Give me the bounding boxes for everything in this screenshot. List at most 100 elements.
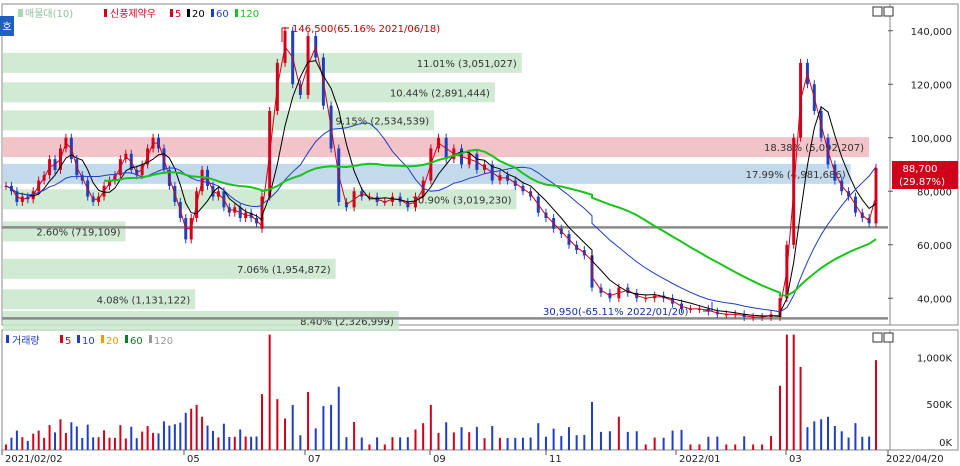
date-tick-label: 09 <box>433 454 446 465</box>
volume-bar <box>414 429 417 450</box>
volume-bar <box>445 422 448 450</box>
volume-bar <box>537 423 540 450</box>
low-annotation: 30,950(-65.11% 2022/01/20) <box>543 307 688 318</box>
volume-bar <box>560 436 563 450</box>
volume-bar <box>626 431 629 450</box>
volume-bar <box>567 427 570 450</box>
volume-bar <box>827 416 829 450</box>
volume-bar <box>725 444 728 450</box>
volume-bar <box>21 437 24 450</box>
volume-bar <box>261 394 263 450</box>
ma-legend-label: 20 <box>192 9 205 20</box>
volume-bar <box>146 426 149 450</box>
ma-legend-label: 20 <box>106 336 119 347</box>
ma-legend-swatch <box>149 335 152 343</box>
volume-bar <box>92 437 95 450</box>
volume-bar <box>141 431 144 450</box>
volume-bar <box>806 427 809 450</box>
date-tick-label: 2022/04/20 <box>886 454 944 465</box>
volume-bar <box>113 437 116 450</box>
volume-bar <box>514 437 517 450</box>
volume-bar <box>552 428 555 450</box>
ma-legend-swatch <box>125 335 128 343</box>
volume-bar <box>10 437 13 450</box>
volume-bar <box>452 432 455 450</box>
price-panel-restore-button[interactable] <box>872 6 883 17</box>
candle-body <box>874 167 878 224</box>
volume-bar <box>322 406 325 450</box>
volume-bar <box>64 432 67 450</box>
volume-bar <box>689 444 692 450</box>
volume-bar <box>575 435 578 450</box>
volume-bar <box>15 430 18 450</box>
volume-bar <box>799 366 802 450</box>
ma-legend-label: 60 <box>130 336 143 347</box>
ma-legend-label: 120 <box>154 336 173 347</box>
volume-bar <box>337 386 340 450</box>
volume-bar <box>399 437 402 450</box>
volume-bar <box>26 440 29 450</box>
volume-bar <box>406 437 409 450</box>
volume-bar <box>250 436 253 450</box>
price-tick-label: 60,000 <box>917 241 952 252</box>
volume-bar <box>707 436 710 450</box>
volume-bar <box>491 426 494 450</box>
volume-bar <box>244 436 247 450</box>
price-tick-label: 120,000 <box>911 80 952 91</box>
volume-bar <box>152 432 155 450</box>
volume-panel-restore-button[interactable] <box>872 332 883 343</box>
ma-legend-label: 5 <box>175 9 181 20</box>
date-tick-label: 05 <box>187 454 200 465</box>
current-price-value: 88,700 <box>903 164 938 175</box>
date-tick-label: 2021/02/02 <box>5 454 63 465</box>
profile-bar-label: 2.60% (719,109) <box>36 227 120 238</box>
volume-bar <box>368 444 371 450</box>
volume-bar <box>813 421 816 450</box>
volume-bar <box>168 425 171 450</box>
volume-bar <box>653 437 656 450</box>
volume-bar <box>43 437 46 450</box>
volume-bar <box>48 425 51 450</box>
volume-axis-frame <box>889 329 959 451</box>
volume-bar <box>698 444 701 450</box>
volume-bar <box>32 433 35 450</box>
ma-legend-swatch <box>211 9 214 17</box>
volume-bar <box>529 437 532 450</box>
volume-bar <box>119 425 122 450</box>
volume-bar <box>190 408 193 450</box>
volume-bar <box>59 419 62 450</box>
volume-bar <box>716 436 719 450</box>
volume-panel-close-button[interactable] <box>883 332 894 343</box>
volume-bar <box>130 426 133 450</box>
volume-bar <box>792 334 795 450</box>
volume-bar <box>644 444 647 450</box>
volume-bar <box>475 426 478 450</box>
stock-legend-swatch <box>104 9 107 17</box>
volume-bar <box>307 391 310 450</box>
volume-bar <box>761 444 764 450</box>
volume-bar <box>662 437 665 450</box>
volume-bar <box>37 430 40 450</box>
volume-bar <box>847 437 850 450</box>
current-price-change: (29.87%) <box>899 177 945 188</box>
volume-bar <box>779 385 781 450</box>
volume-bar <box>599 431 602 450</box>
ma-legend-label: 60 <box>216 9 229 20</box>
ma-legend-swatch <box>77 335 80 343</box>
volume-bar <box>217 437 220 450</box>
profile-bar <box>3 137 869 158</box>
volume-bar <box>81 438 84 450</box>
volume-bar <box>785 334 788 450</box>
volume-bar <box>103 430 106 450</box>
side-button-label: 호 <box>2 21 11 33</box>
volume-bar <box>135 438 138 450</box>
volume-bar <box>635 431 638 450</box>
price-panel-close-button[interactable] <box>883 6 894 17</box>
stock-legend-label: 신풍제약우 <box>110 8 156 20</box>
volume-bar <box>54 432 57 450</box>
volume-bar <box>211 430 214 450</box>
volume-bar <box>5 444 7 450</box>
volume-bar <box>222 423 225 450</box>
high-annotation: 146,500(65.16% 2021/06/18) <box>292 24 440 35</box>
volume-bar <box>429 404 432 450</box>
